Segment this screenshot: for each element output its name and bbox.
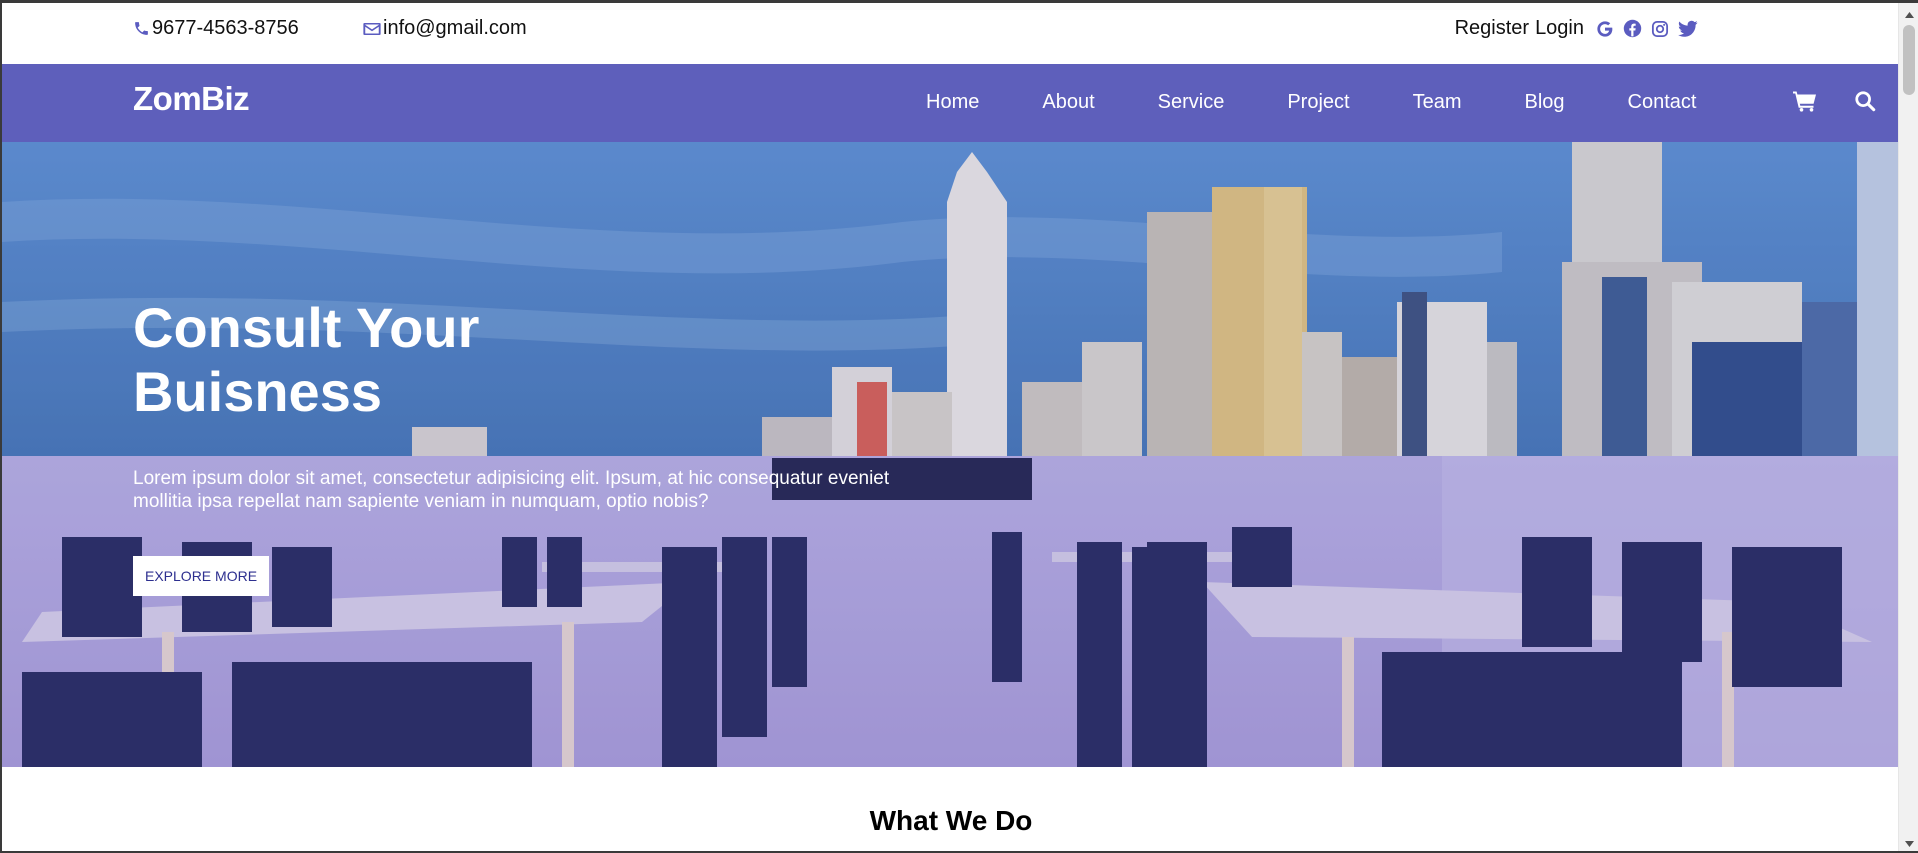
google-icon[interactable]: [1596, 20, 1614, 38]
nav-item-service[interactable]: Service: [1158, 91, 1225, 114]
phone-icon: [135, 22, 148, 35]
email-address: info@gmail.com: [383, 17, 527, 39]
nav-menu: Home About Service Project Team Blog Con…: [926, 91, 1696, 114]
login-link[interactable]: Login: [1535, 17, 1584, 40]
nav-item-about[interactable]: About: [1042, 91, 1094, 114]
hero-title-line1: Consult Your: [133, 296, 480, 359]
nav-item-blog[interactable]: Blog: [1524, 91, 1564, 114]
page-scrollbar[interactable]: [1898, 3, 1918, 851]
scrollbar-thumb[interactable]: [1903, 25, 1915, 95]
cart-icon[interactable]: [1793, 90, 1817, 112]
account-links: Register Login: [1455, 17, 1698, 40]
nav-item-contact[interactable]: Contact: [1628, 91, 1697, 114]
nav-item-team[interactable]: Team: [1413, 91, 1462, 114]
instagram-icon[interactable]: [1651, 20, 1669, 38]
top-bar: 9677-4563-8756 info@gmail.com Register L…: [2, 3, 1900, 64]
hero-title: Consult Your Buisness: [133, 296, 733, 424]
twitter-icon[interactable]: [1678, 20, 1698, 38]
facebook-icon[interactable]: [1623, 19, 1642, 38]
section-title: What We Do: [869, 805, 1033, 836]
brand-logo[interactable]: ZomBiz: [133, 80, 250, 118]
nav-item-project[interactable]: Project: [1287, 91, 1349, 114]
scroll-up-arrow-icon[interactable]: [1899, 6, 1918, 24]
hero-title-line2: Buisness: [133, 360, 382, 423]
envelope-icon: [363, 22, 381, 35]
phone-contact[interactable]: 9677-4563-8756: [133, 17, 299, 40]
main-navbar: ZomBiz Home About Service Project Team B…: [2, 64, 1900, 142]
search-icon[interactable]: [1854, 90, 1876, 112]
register-link[interactable]: Register: [1455, 17, 1529, 40]
hero-description: Lorem ipsum dolor sit amet, consectetur …: [133, 468, 890, 512]
email-contact[interactable]: info@gmail.com: [363, 17, 527, 40]
hero-section: Consult Your Buisness Lorem ipsum dolor …: [2, 142, 1900, 767]
phone-number: 9677-4563-8756: [152, 17, 299, 39]
browser-viewport: 9677-4563-8756 info@gmail.com Register L…: [0, 0, 1918, 853]
hero-background-image: [2, 142, 1900, 767]
scroll-down-arrow-icon[interactable]: [1899, 835, 1918, 851]
social-links: [1596, 19, 1698, 38]
nav-item-home[interactable]: Home: [926, 91, 979, 114]
explore-more-button[interactable]: EXPLORE MORE: [133, 556, 270, 596]
